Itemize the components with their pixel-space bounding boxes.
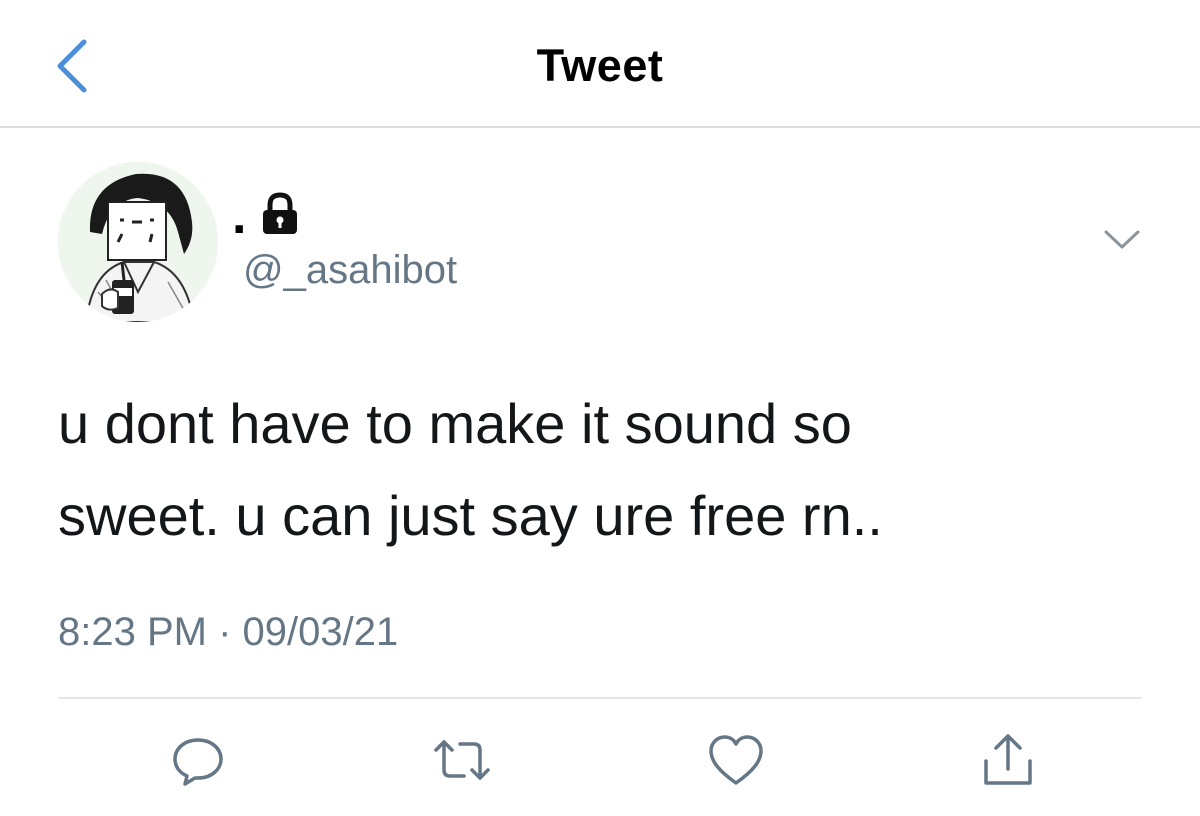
page-title: Tweet — [536, 40, 664, 91]
tweet-detail-screen: Tweet . @_asahibot u dont have to make i… — [0, 0, 1200, 816]
tweet-timestamp[interactable]: 8:23 PM · 09/03/21 — [58, 610, 398, 655]
author-handle[interactable]: @_asahibot — [243, 248, 457, 293]
tweet-text: u dont have to make it sound so sweet. u… — [58, 392, 883, 547]
share-button[interactable] — [976, 728, 1040, 792]
tweet-menu-button[interactable] — [1100, 222, 1144, 258]
like-button[interactable] — [704, 728, 768, 792]
retweet-icon — [434, 740, 490, 780]
lock-icon — [263, 192, 298, 234]
share-icon — [984, 734, 1032, 785]
reply-icon — [173, 738, 223, 786]
divider — [58, 697, 1142, 699]
chevron-down-icon — [1104, 230, 1140, 249]
display-name-text: . — [232, 187, 247, 245]
retweet-button[interactable] — [430, 728, 494, 792]
avatar[interactable] — [58, 162, 218, 322]
reply-button[interactable] — [166, 728, 230, 792]
author-display-name[interactable]: . — [232, 187, 300, 245]
nav-bar: Tweet — [0, 0, 1200, 128]
avatar-image — [58, 162, 218, 322]
heart-icon — [709, 735, 763, 785]
